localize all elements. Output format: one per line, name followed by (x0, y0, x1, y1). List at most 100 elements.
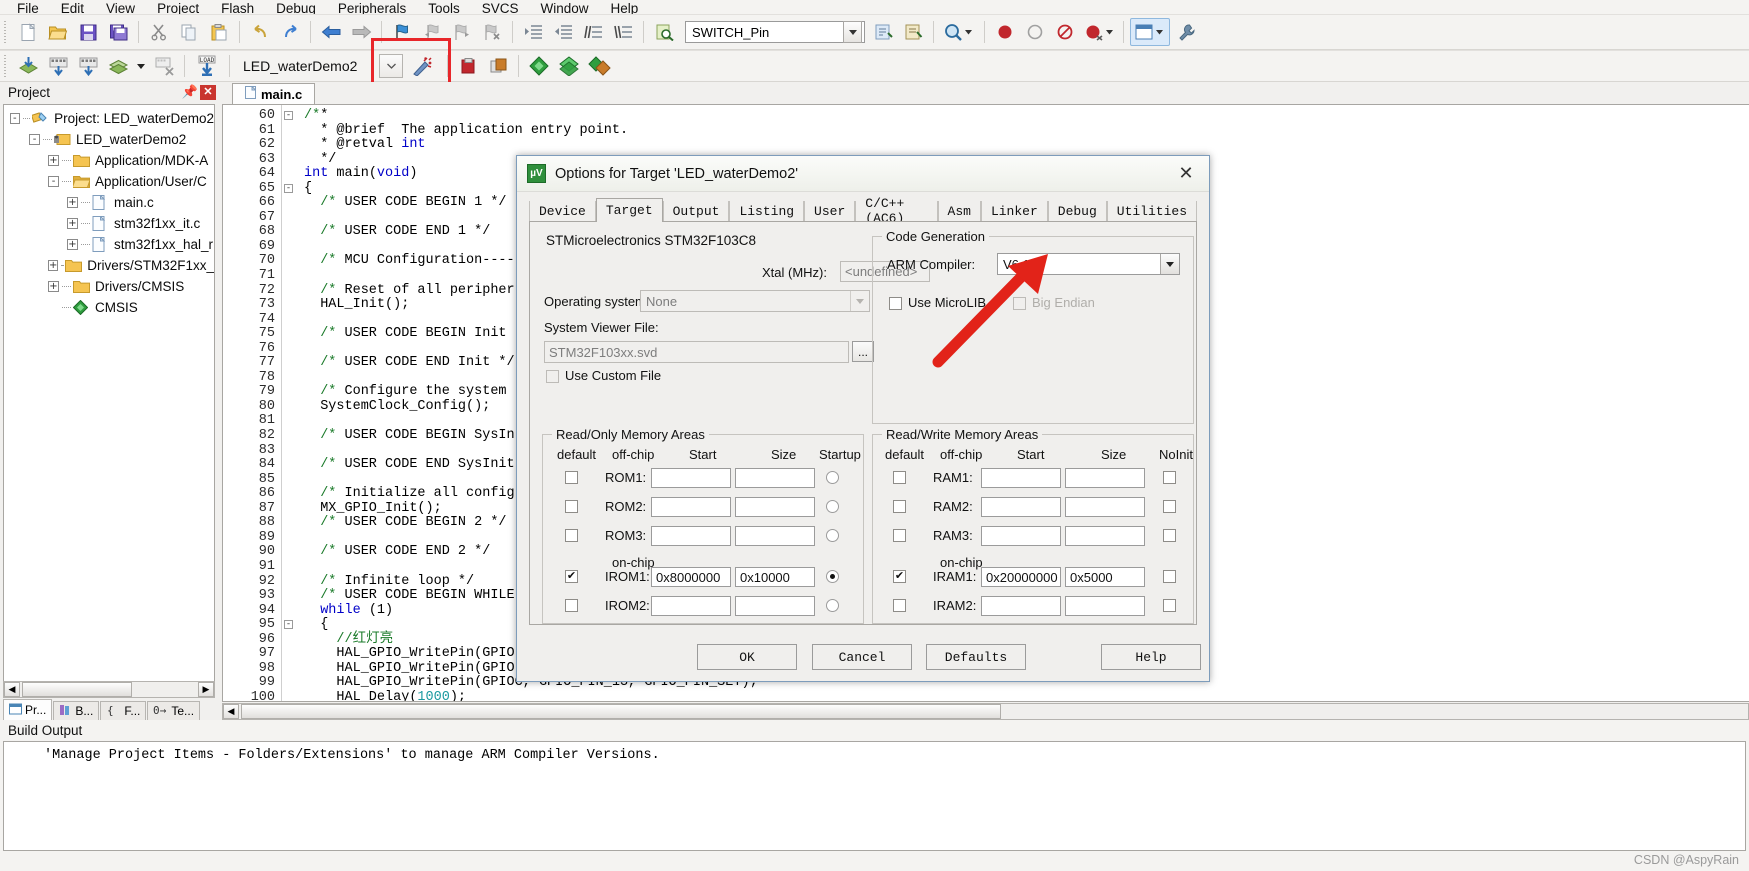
ram-ram1-noinit-checkbox[interactable] (1163, 471, 1176, 484)
fold-toggle[interactable]: - (284, 111, 293, 120)
ram-iram2-size-input[interactable] (1065, 596, 1145, 616)
download-button[interactable]: LOAD (191, 52, 223, 80)
outdent-button[interactable] (549, 18, 577, 46)
search-input[interactable]: SWITCH_Pin (692, 25, 769, 40)
rom-irom1-default-checkbox[interactable]: ✔ (565, 570, 578, 583)
tree-item[interactable]: + Drivers/STM32F1xx_ (4, 255, 214, 276)
tree-expander[interactable]: - (10, 113, 20, 124)
ram-ram3-default-checkbox[interactable] (893, 529, 906, 542)
rom-rom3-default-checkbox[interactable] (565, 529, 578, 542)
cmsis-config-button[interactable] (525, 52, 553, 80)
ok-button[interactable]: OK (697, 644, 797, 670)
zoom-search-button[interactable] (940, 18, 978, 46)
dialog-tab-device[interactable]: Device (529, 201, 596, 221)
pin-icon[interactable]: 📌 (182, 84, 198, 100)
stop-build-button[interactable] (150, 52, 178, 80)
help-button[interactable]: Help (1101, 644, 1201, 670)
project-tree[interactable]: - Project: LED_waterDemo2 - LED_waterDemo2 +… (3, 104, 215, 698)
undo-button[interactable] (246, 18, 274, 46)
cut-button[interactable] (145, 18, 173, 46)
save-button[interactable] (74, 18, 102, 46)
rom-rom3-size-input[interactable] (735, 526, 815, 546)
manage-project-items-button[interactable] (408, 52, 436, 80)
cancel-button[interactable]: Cancel (812, 644, 912, 670)
project-tree-hscrollbar[interactable]: ◀ ▶ (3, 681, 215, 698)
copy-button[interactable] (175, 18, 203, 46)
ram-iram2-default-checkbox[interactable] (893, 599, 906, 612)
rom-rom1-size-input[interactable] (735, 468, 815, 488)
tree-item[interactable]: + Application/MDK-A (4, 150, 214, 171)
dialog-tab-user[interactable]: User (804, 201, 856, 221)
paste-button[interactable] (205, 18, 233, 46)
chevron-down-icon[interactable] (850, 291, 869, 311)
use-custom-file-checkbox[interactable] (546, 370, 559, 383)
window-layout-button[interactable] (1130, 18, 1170, 46)
system-viewer-browse-button[interactable]: ... (852, 341, 874, 362)
rom-rom1-start-input[interactable] (651, 468, 731, 488)
navigate-back-button[interactable] (317, 18, 345, 46)
rom-irom2-start-input[interactable] (651, 596, 731, 616)
project-panel-tab-f[interactable]: { }F... (100, 701, 147, 720)
start-debug-button[interactable] (991, 18, 1019, 46)
tree-item[interactable]: + main.c (4, 192, 214, 213)
editor-hscrollbar[interactable]: ◀ (222, 703, 1749, 720)
tree-expander[interactable]: + (48, 281, 59, 292)
defaults-button[interactable]: Defaults (926, 644, 1026, 670)
ram-ram2-default-checkbox[interactable] (893, 500, 906, 513)
code-folding-column[interactable]: - - - (282, 105, 296, 701)
dialog-title-bar[interactable]: µV Options for Target 'LED_waterDemo2' ✕ (517, 156, 1209, 192)
ram-ram2-size-input[interactable] (1065, 497, 1145, 517)
ram-iram1-start-input[interactable]: 0x20000000 (981, 567, 1061, 587)
ram-ram3-size-input[interactable] (1065, 526, 1145, 546)
scroll-right-icon[interactable]: ▶ (198, 682, 214, 697)
save-all-button[interactable] (104, 18, 132, 46)
tree-expander[interactable]: + (67, 218, 78, 229)
configure-tools-button[interactable] (1172, 18, 1200, 46)
document-tab-main-c[interactable]: main.c (232, 83, 316, 104)
comment-block-button[interactable] (579, 18, 607, 46)
ram-ram2-noinit-checkbox[interactable] (1163, 500, 1176, 513)
ram-ram1-default-checkbox[interactable] (893, 471, 906, 484)
rom-rom2-start-input[interactable] (651, 497, 731, 517)
chevron-down-icon[interactable] (1160, 254, 1179, 274)
tree-expander[interactable]: - (48, 176, 59, 187)
pack-installer-button[interactable] (555, 52, 583, 80)
dialog-tab-utilities[interactable]: Utilities (1106, 201, 1197, 221)
build-output-text[interactable]: 'Manage Project Items - Folders/Extensio… (3, 741, 1746, 851)
dialog-tab-output[interactable]: Output (662, 201, 730, 221)
redo-button[interactable] (276, 18, 304, 46)
dialog-tab-c-c-ac6[interactable]: C/C++ (AC6) (855, 196, 938, 226)
rom-rom3-startup-radio[interactable] (826, 529, 839, 542)
ram-ram2-start-input[interactable] (981, 497, 1061, 517)
dialog-tab-debug[interactable]: Debug (1047, 201, 1107, 221)
search-combo[interactable]: SWITCH_Pin (685, 21, 865, 43)
dialog-tab-target[interactable]: Target (595, 198, 663, 222)
find-in-files-button[interactable] (650, 18, 678, 46)
close-icon[interactable]: ✕ (1169, 160, 1203, 188)
ram-iram1-default-checkbox[interactable]: ✔ (893, 570, 906, 583)
tree-item[interactable]: - LED_waterDemo2 (4, 129, 214, 150)
dialog-tab-linker[interactable]: Linker (980, 201, 1048, 221)
kill-breakpoints-button[interactable] (1081, 18, 1117, 46)
fold-toggle[interactable]: - (284, 183, 293, 193)
disable-breakpoint-button[interactable] (1051, 18, 1079, 46)
batch-build-button[interactable] (104, 52, 132, 80)
ram-ram1-start-input[interactable] (981, 468, 1061, 488)
ram-ram1-size-input[interactable] (1065, 468, 1145, 488)
rom-irom1-start-input[interactable]: 0x8000000 (651, 567, 731, 587)
project-panel-tab-pr[interactable]: Pr... (3, 699, 53, 720)
find-button[interactable] (869, 18, 897, 46)
ram-iram2-noinit-checkbox[interactable] (1163, 599, 1176, 612)
project-panel-tab-te[interactable]: 0→ Te... (147, 701, 201, 720)
tree-item[interactable]: CMSIS (4, 297, 214, 318)
tree-item[interactable]: + Drivers/CMSIS (4, 276, 214, 297)
open-file-button[interactable] (44, 18, 72, 46)
rom-rom2-default-checkbox[interactable] (565, 500, 578, 513)
rom-rom1-startup-radio[interactable] (826, 471, 839, 484)
dialog-tab-listing[interactable]: Listing (729, 201, 805, 221)
tree-expander[interactable]: + (48, 155, 59, 166)
scroll-left-icon[interactable]: ◀ (4, 682, 20, 697)
batch-build-dropdown[interactable] (134, 52, 148, 80)
toolbar-grip[interactable] (2, 55, 10, 77)
tree-item[interactable]: + stm32f1xx_it.c (4, 213, 214, 234)
